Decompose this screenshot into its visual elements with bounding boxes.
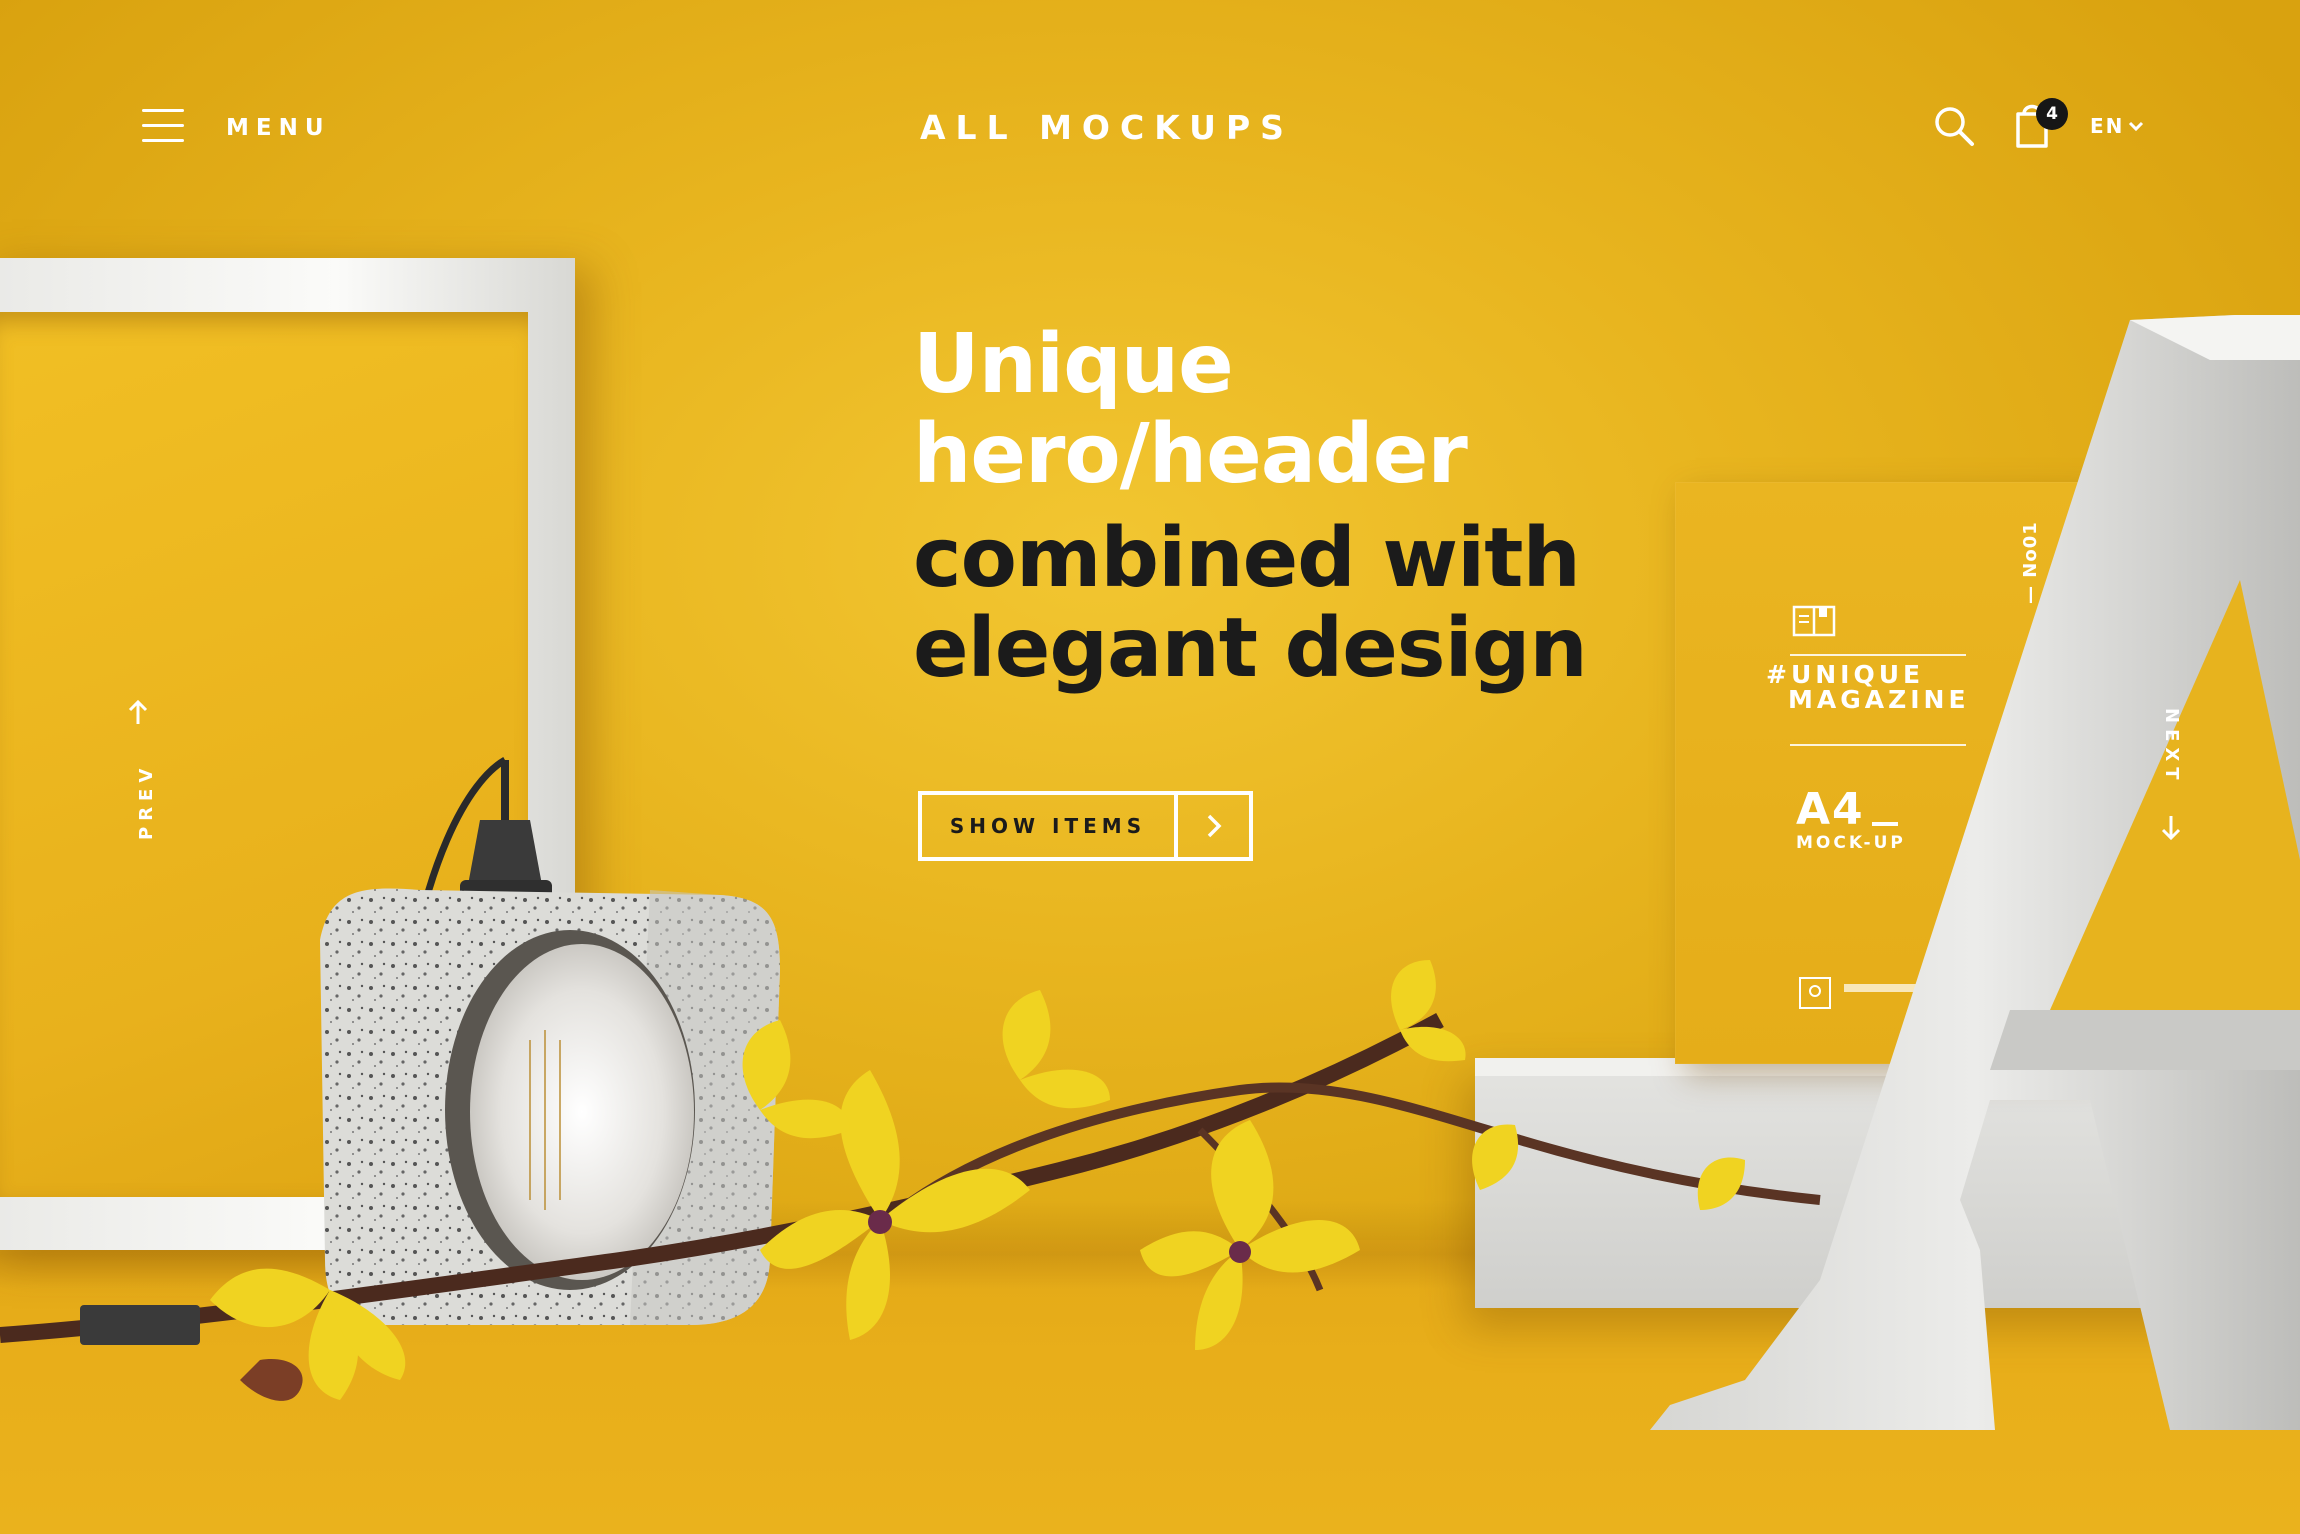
arrow-down-icon (2161, 816, 2181, 840)
hero-heading-line-4: elegant design (913, 601, 1588, 696)
show-items-button[interactable]: SHOW ITEMS (918, 791, 1253, 861)
search-icon[interactable] (1932, 104, 1976, 148)
cta-arrow-area[interactable] (1178, 795, 1249, 857)
menu-button[interactable]: MENU (138, 106, 338, 146)
hero-heading-line-2: hero/header (913, 407, 1468, 502)
prev-slide-button[interactable]: PREV (118, 700, 158, 850)
brand-logo[interactable]: ALL MOCKUPS (920, 108, 1420, 147)
chevron-down-icon (2128, 121, 2144, 132)
next-slide-button[interactable]: NEXT (2150, 700, 2190, 850)
menu-label: MENU (226, 115, 331, 141)
lamp-switch (80, 1305, 200, 1345)
hero-heading-line-1: Unique (913, 317, 1234, 412)
language-value: EN (2090, 114, 2125, 138)
hero-scene: — No01 #UNIQUE MAGAZINE A4 MOCK-UP (0, 0, 2300, 1534)
show-items-label: SHOW ITEMS (922, 795, 1178, 857)
cart-count-badge: 4 (2036, 98, 2068, 130)
language-selector[interactable]: EN (2090, 114, 2150, 144)
arrow-up-icon (128, 700, 148, 724)
next-label: NEXT (2161, 708, 2182, 786)
prev-label: PREV (136, 762, 157, 840)
hamburger-icon[interactable] (142, 109, 184, 143)
hero-heading-line-3: combined with (913, 511, 1581, 606)
magnolia-branch (0, 960, 1821, 1401)
chevron-right-icon (1207, 814, 1221, 838)
